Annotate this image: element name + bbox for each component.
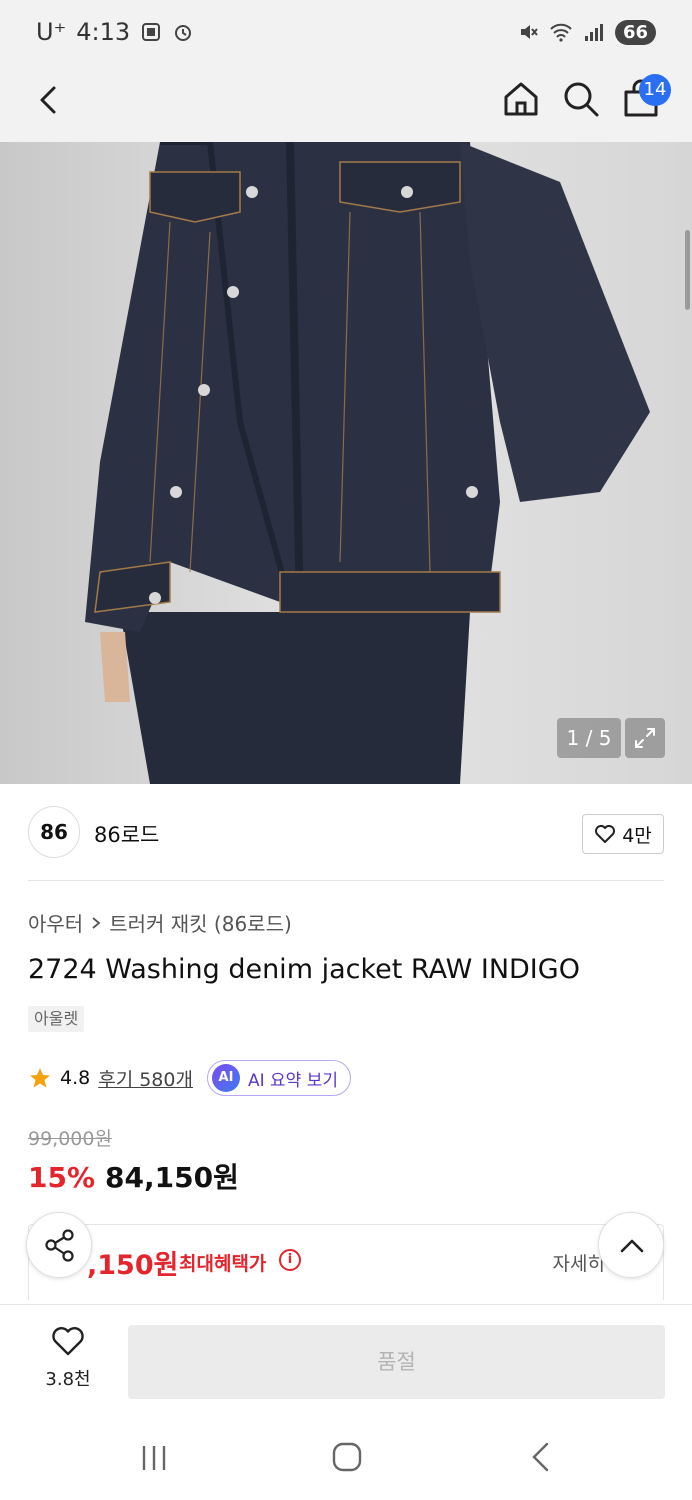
brand-likes-count: 4만 [622,824,652,847]
mute-icon [520,25,538,39]
breadcrumb-subcategory[interactable]: 트러커 재킷 (86로드) [109,908,292,937]
back-nav-icon[interactable] [526,1440,556,1474]
status-right: 66 [517,19,656,45]
rating-value: 4.8 [60,1067,91,1089]
breadcrumb: 아우터 트러커 재킷 (86로드) [28,908,292,937]
bottom-action-bar: 3.8천 품절 [0,1304,692,1416]
star-icon [30,1068,50,1088]
signal-icon [584,24,603,41]
heart-icon [52,1327,84,1356]
home-icon[interactable] [500,78,542,120]
chevron-up-icon [620,1239,644,1253]
discount-rate: 15% [28,1161,96,1194]
outlet-tag: 아울렛 [28,1006,85,1032]
chevron-right-icon [92,916,101,929]
status-left: U⁺ 4:13 [36,18,194,46]
denim-jacket-image [0,142,692,784]
benefit-detail-link[interactable]: 자세히 [553,1249,605,1276]
cart-count-badge: 14 [639,74,671,106]
share-button[interactable] [26,1212,92,1278]
brand-row: 86 86로드 4만 [28,806,664,860]
alarm-icon [175,25,192,41]
product-image[interactable] [0,142,692,784]
brand-like-button[interactable]: 4만 [582,814,664,854]
info-icon[interactable]: i [279,1249,301,1271]
divider [28,880,664,881]
ai-summary-label: AI 요약 보기 [247,1070,338,1091]
status-bar: U⁺ 4:13 66 [0,0,692,64]
brand-name[interactable]: 86로드 [94,819,159,849]
max-benefit-box[interactable]: ,150원 최대혜택가 i 자세히 [28,1224,664,1300]
wishlist-count: 3.8천 [45,1369,91,1390]
scroll-top-button[interactable] [598,1212,664,1278]
home-nav-icon[interactable] [330,1440,364,1474]
screenshot-icon [142,23,161,41]
original-price: 99,000원 [28,1128,112,1150]
benefit-price: ,150원 [87,1250,179,1281]
top-bar: 14 [0,64,692,142]
recent-apps-icon[interactable] [136,1442,172,1474]
battery-indicator: 66 [614,19,656,45]
expand-icon[interactable] [625,718,665,758]
carrier-label: U⁺ [36,18,67,46]
clock: 4:13 [76,18,131,46]
reviews-link[interactable]: 후기 580개 [98,1065,193,1092]
ai-icon: AI [211,1064,240,1092]
benefit-label: 최대혜택가 [179,1253,267,1275]
soldout-button[interactable]: 품절 [128,1325,665,1399]
ai-summary-button[interactable]: AI AI 요약 보기 [206,1060,351,1096]
wishlist-button[interactable]: 3.8천 [28,1325,108,1395]
search-icon[interactable] [560,78,602,120]
heart-icon [595,825,616,843]
sale-price: 84,150원 [105,1161,239,1194]
price-row: 15% 84,150원 [28,1156,239,1196]
share-icon [45,1229,74,1262]
breadcrumb-category[interactable]: 아우터 [28,908,83,937]
back-icon[interactable] [28,80,68,120]
scroll-thumb[interactable] [685,230,690,310]
wifi-icon [550,23,572,42]
system-nav-bar [0,1416,692,1500]
rating-row: 4.8 후기 580개 AI AI 요약 보기 [28,1060,351,1096]
image-pager: 1 / 5 [557,718,621,758]
brand-logo[interactable]: 86 [28,806,80,858]
product-title: 2724 Washing denim jacket RAW INDIGO [28,954,580,985]
